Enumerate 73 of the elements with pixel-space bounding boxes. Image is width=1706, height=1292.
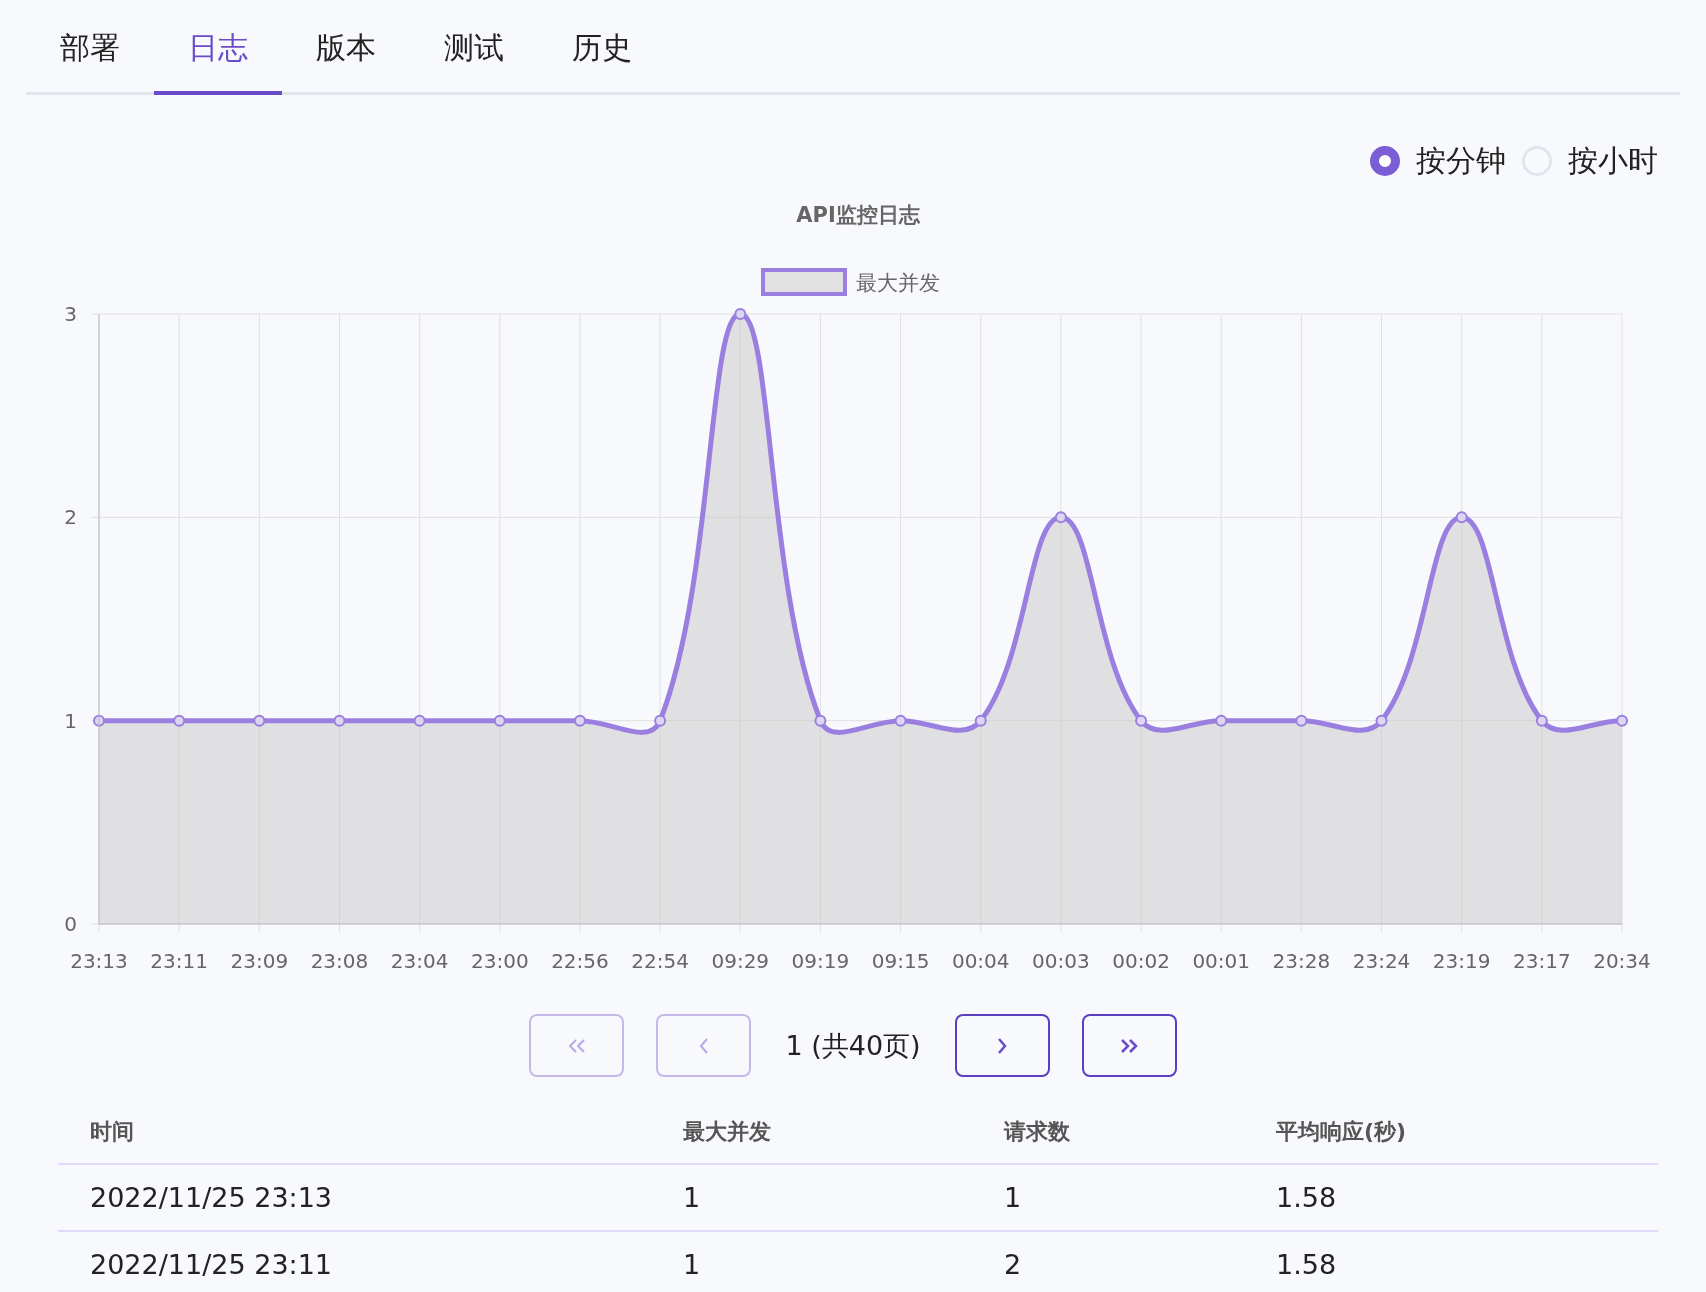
last-page-button[interactable] (1081, 1014, 1177, 1077)
radio-label[interactable]: 按分钟 (1416, 140, 1506, 182)
data-point (734, 308, 747, 320)
column-header: 时间 (90, 1118, 135, 1146)
x-tick-label: 00:03 (1032, 949, 1090, 973)
chevron-left-icon (698, 1037, 709, 1054)
table-cell-text: 1.58 (1276, 1182, 1338, 1213)
legend-label: 最大并发 (856, 271, 940, 295)
radio-button[interactable] (1370, 146, 1400, 176)
x-tick-label: 20:34 (1593, 949, 1651, 973)
data-point (1375, 714, 1388, 727)
data-point (413, 714, 426, 727)
table-cell-text: 1 (683, 1249, 702, 1280)
data-point (1215, 714, 1228, 727)
tab[interactable]: 日志 (154, 28, 282, 95)
x-tick-label: 23:08 (310, 949, 369, 973)
x-tick-label: 23:09 (230, 949, 289, 973)
x-tick-label: 00:02 (1112, 949, 1170, 973)
x-tick-label: 23:04 (390, 949, 449, 973)
y-tick-label: 3 (64, 302, 77, 326)
x-tick-label: 00:04 (951, 949, 1010, 973)
data-point (253, 714, 266, 727)
tab[interactable]: 历史 (538, 28, 666, 95)
x-tick-label: 00:01 (1192, 949, 1251, 973)
double-chevron-left-icon (567, 1038, 586, 1053)
page-indicator: 1 (共40页) (784, 1028, 922, 1063)
x-tick-label: 23:28 (1272, 949, 1331, 973)
data-point (1295, 714, 1308, 727)
column-header: 请求数 (1004, 1118, 1071, 1146)
x-tick-label: 23:24 (1352, 949, 1411, 973)
x-tick-label: 23:19 (1432, 949, 1491, 973)
tab[interactable]: 版本 (282, 28, 410, 95)
tab[interactable]: 部署 (26, 28, 154, 95)
chart-title: API监控日志 (796, 203, 920, 227)
column-header: 平均响应(秒) (1276, 1118, 1408, 1146)
data-point (573, 714, 586, 727)
chevron-right-icon (997, 1037, 1008, 1054)
tab[interactable]: 测试 (410, 28, 538, 95)
table-cell-text: 1.58 (1276, 1249, 1338, 1280)
table-cell-text: 1 (1004, 1182, 1023, 1213)
x-tick-label: 22:54 (631, 949, 689, 973)
x-tick-label: 09:15 (871, 949, 930, 973)
data-point (173, 714, 186, 727)
x-tick-label: 22:56 (551, 949, 609, 973)
data-point (493, 714, 506, 727)
data-point (974, 714, 987, 727)
x-tick-label: 23:17 (1513, 949, 1571, 973)
y-tick-label: 0 (64, 912, 77, 936)
y-tick-label: 2 (64, 505, 77, 530)
radio-label[interactable]: 按小时 (1568, 140, 1658, 182)
next-page-button[interactable] (954, 1014, 1050, 1077)
data-point (814, 714, 827, 727)
data-point (1535, 714, 1548, 727)
data-point (894, 714, 907, 727)
data-point (1616, 714, 1628, 727)
y-tick-label: 1 (64, 708, 77, 733)
x-tick-label: 23:13 (70, 949, 128, 973)
x-tick-label: 23:00 (470, 949, 529, 973)
data-point (333, 714, 346, 727)
x-tick-label: 23:11 (150, 949, 208, 973)
table-cell-text: 1 (683, 1182, 702, 1213)
data-point (93, 714, 105, 727)
table-cell-text: 2022/11/25 23:13 (90, 1182, 333, 1213)
x-tick-label: 09:19 (791, 949, 850, 973)
table-cell-text: 2022/11/25 23:11 (90, 1249, 333, 1280)
x-tick-label: 09:29 (711, 949, 770, 973)
column-header: 最大并发 (683, 1118, 772, 1146)
double-chevron-right-icon (1120, 1038, 1139, 1053)
table-cell-text: 2 (1004, 1249, 1023, 1280)
data-point (1054, 511, 1067, 524)
data-point (654, 714, 667, 727)
data-point (1455, 511, 1468, 524)
data-point (1135, 714, 1148, 727)
